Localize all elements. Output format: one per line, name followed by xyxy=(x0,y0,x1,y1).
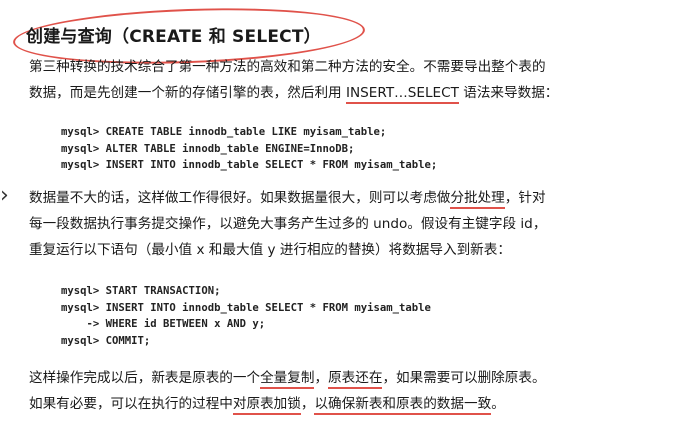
paragraph-3-line-1-comma: ， xyxy=(314,370,329,386)
paragraph-2: 数据量不大的话，这样做工作得很好。如果数据量很大，则可以考虑做分批处理，针对 每… xyxy=(29,185,546,263)
underlined-insert-select: INSERT…SELECT xyxy=(345,85,459,104)
paragraph-3-line-1-end: ，如果需要可以删除原表。 xyxy=(382,370,546,386)
paragraph-2-line-2: 每一段数据执行事务提交操作，以避免大事务产生过多的 undo。假设有主键字段 i… xyxy=(29,216,547,232)
underlined-original-table-remains: 原表还在 xyxy=(328,370,383,389)
underlined-lock-original-table: 对原表加锁 xyxy=(232,396,301,415)
paragraph-1-line-2-end: 语法来导数据： xyxy=(458,85,559,101)
paragraph-2-line-3: 重复运行以下语句（最小值 x 和最大值 y 进行相应的替换）将数据导入到新表： xyxy=(29,242,511,258)
underlined-batch-processing: 分批处理 xyxy=(450,190,505,209)
code-block-2: mysql> START TRANSACTION; mysql> INSERT … xyxy=(61,285,431,347)
paragraph-2-line-1-start: 数据量不大的话，这样做工作得很好。如果数据量很大，则可以考虑做 xyxy=(29,190,451,206)
paragraph-1: 第三种转换的技术综合了第一种方法的高效和第二种方法的安全。不需要导出整个表的 数… xyxy=(29,54,558,106)
underlined-full-copy: 全量复制 xyxy=(260,370,315,389)
paragraph-2-line-1-end: ，针对 xyxy=(504,190,546,206)
code-block-1: mysql> CREATE TABLE innodb_table LIKE my… xyxy=(61,126,438,171)
paragraph-3-line-2-end: 。 xyxy=(491,396,505,412)
paragraph-1-line-2-start: 数据，而是先创建一个新的存储引擎的表，然后利用 xyxy=(29,85,346,101)
paragraph-1-line-2: 数据，而是先创建一个新的存储引擎的表，然后利用 INSERT…SELECT 语法… xyxy=(29,80,558,106)
paragraph-2-line-1: 数据量不大的话，这样做工作得很好。如果数据量很大，则可以考虑做分批处理，针对 xyxy=(29,185,546,211)
paragraph-3-line-1: 这样操作完成以后，新表是原表的一个全量复制，原表还在，如果需要可以删除原表。 xyxy=(29,365,546,391)
underlined-ensure-consistency: 以确保新表和原表的数据一致 xyxy=(314,396,492,415)
paragraph-3-line-1-start: 这样操作完成以后，新表是原表的一个 xyxy=(29,370,261,386)
paragraph-3-line-2-comma: ， xyxy=(300,396,315,412)
paragraph-3-line-2: 如果有必要，可以在执行的过程中对原表加锁，以确保新表和原表的数据一致。 xyxy=(29,391,546,417)
paragraph-1-line-1: 第三种转换的技术综合了第一种方法的高效和第二种方法的安全。不需要导出整个表的 xyxy=(29,59,546,75)
margin-chevron-mark: › xyxy=(0,183,9,208)
section-heading: 创建与查询（CREATE 和 SELECT） xyxy=(26,27,321,47)
paragraph-3: 这样操作完成以后，新表是原表的一个全量复制，原表还在，如果需要可以删除原表。 如… xyxy=(29,365,546,417)
paragraph-3-line-2-start: 如果有必要，可以在执行的过程中 xyxy=(29,396,233,412)
